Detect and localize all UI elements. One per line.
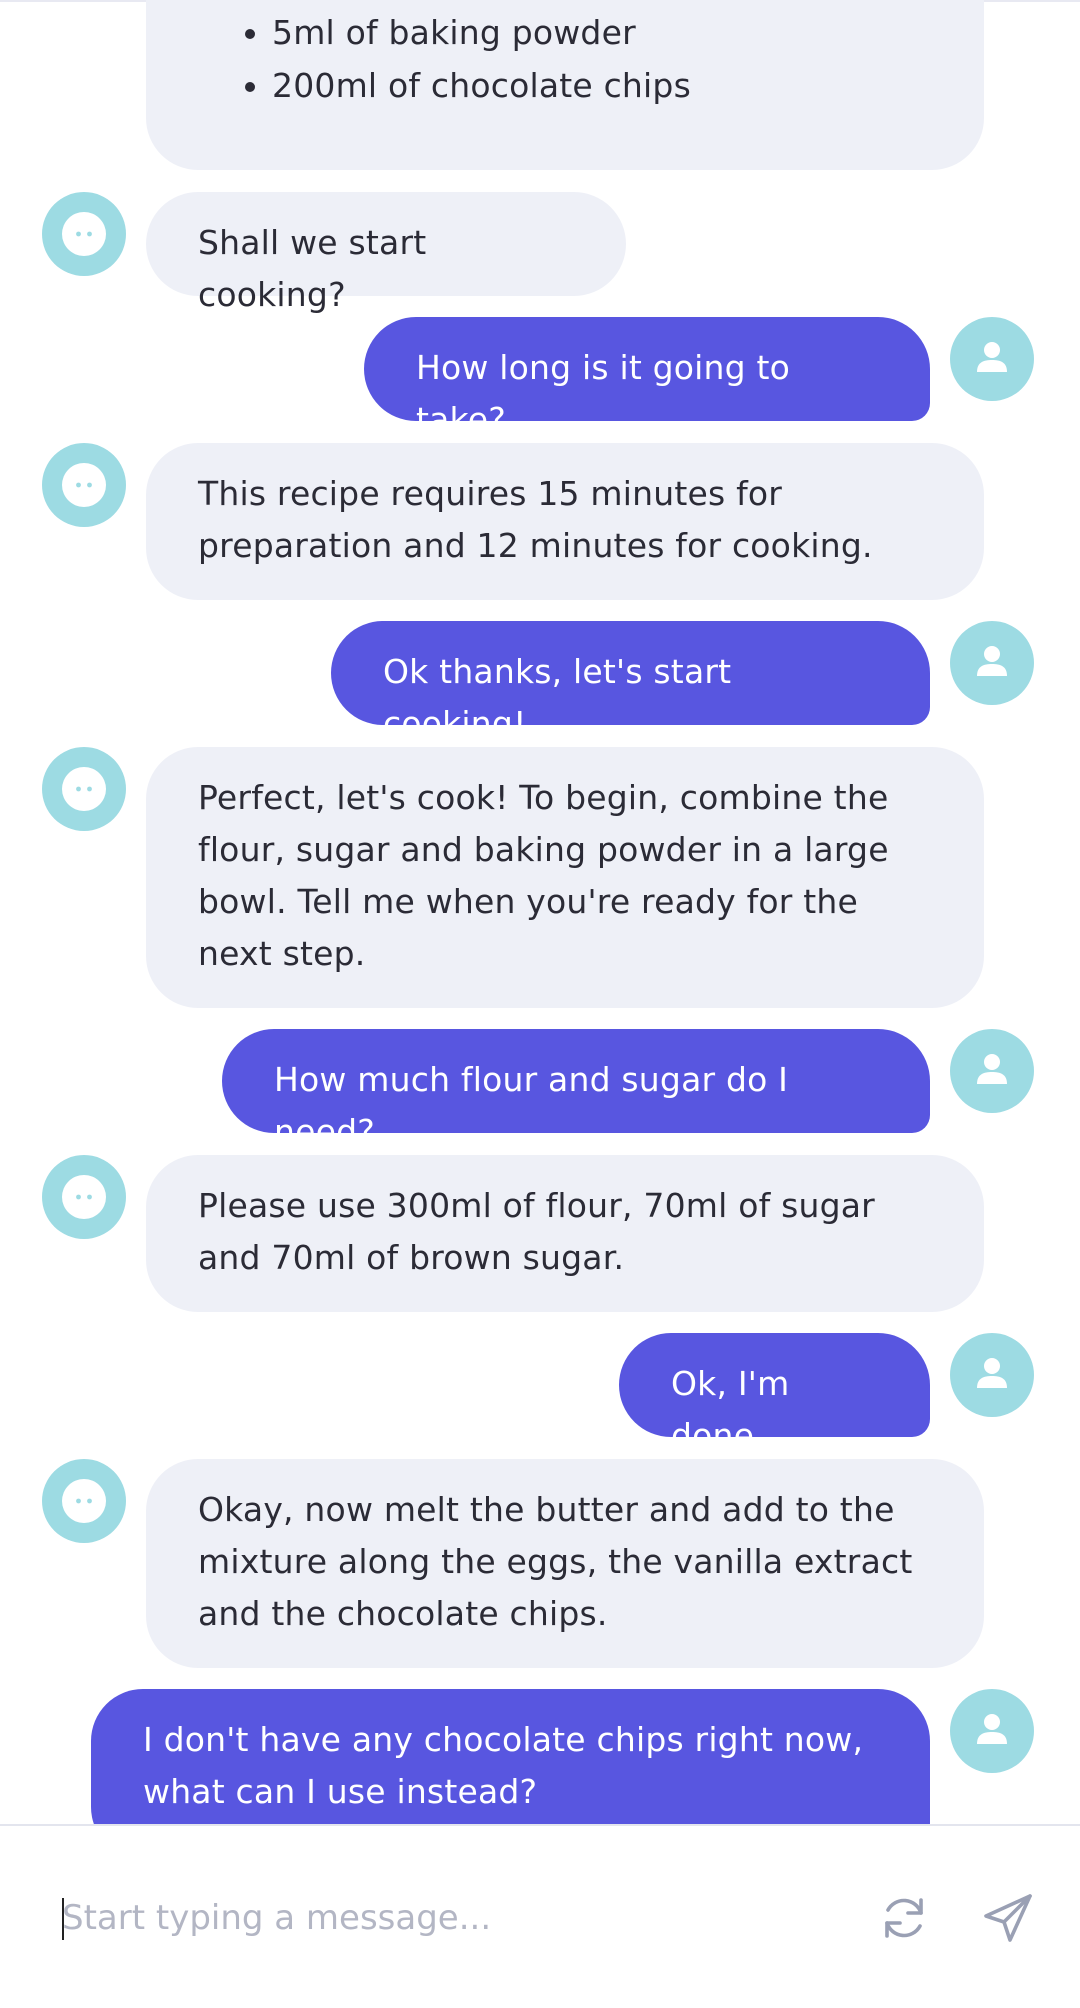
user-message: How long is it going to take? [364, 317, 930, 439]
user-icon [977, 342, 1007, 372]
bot-face-icon [62, 1479, 106, 1523]
bot-message: Please use 300ml of flour, 70ml of sugar… [146, 1155, 984, 1312]
user-avatar [950, 1333, 1034, 1417]
bot-avatar [42, 747, 126, 831]
bot-message: Shall we start cooking? [146, 192, 626, 314]
user-message: How much flour and sugar do I need? [222, 1029, 930, 1151]
user-avatar [950, 317, 1034, 401]
bot-avatar [42, 1155, 126, 1239]
user-message: Ok thanks, let's start cooking! [331, 621, 930, 743]
user-avatar [950, 1689, 1034, 1773]
user-message: Ok, I'm done [619, 1333, 930, 1455]
bot-face-icon [62, 212, 106, 256]
bot-face-icon [62, 463, 106, 507]
bot-avatar [42, 443, 126, 527]
ingredient-list: 5ml of baking powder 200ml of chocolate … [230, 6, 934, 112]
user-message: I don't have any chocolate chips right n… [91, 1689, 930, 1824]
bot-face-icon [62, 1175, 106, 1219]
refresh-button[interactable] [874, 1888, 934, 1948]
bot-message-ingredients: 5ml of baking powder 200ml of chocolate … [146, 0, 984, 170]
bot-message: Okay, now melt the butter and add to the… [146, 1459, 984, 1668]
message-input[interactable] [62, 1890, 842, 1946]
bot-avatar [42, 192, 126, 276]
bot-avatar [42, 1459, 126, 1543]
bot-message: Perfect, let's cook! To begin, combine t… [146, 747, 984, 1008]
user-avatar [950, 1029, 1034, 1113]
user-icon [977, 1358, 1007, 1388]
user-icon [977, 1714, 1007, 1744]
list-item: 200ml of chocolate chips [272, 59, 934, 112]
chat-screen: 5ml of baking powder 200ml of chocolate … [0, 0, 1080, 2008]
refresh-icon [885, 1898, 923, 1938]
bot-face-icon [62, 767, 106, 811]
user-avatar [950, 621, 1034, 705]
list-item: 5ml of baking powder [272, 6, 934, 59]
send-button[interactable] [978, 1888, 1038, 1948]
send-icon [984, 1894, 1032, 1942]
text-cursor [62, 1898, 64, 1940]
message-list[interactable]: 5ml of baking powder 200ml of chocolate … [0, 0, 1080, 1824]
bot-message: This recipe requires 15 minutes for prep… [146, 443, 984, 600]
user-icon [977, 1054, 1007, 1084]
user-icon [977, 646, 1007, 676]
